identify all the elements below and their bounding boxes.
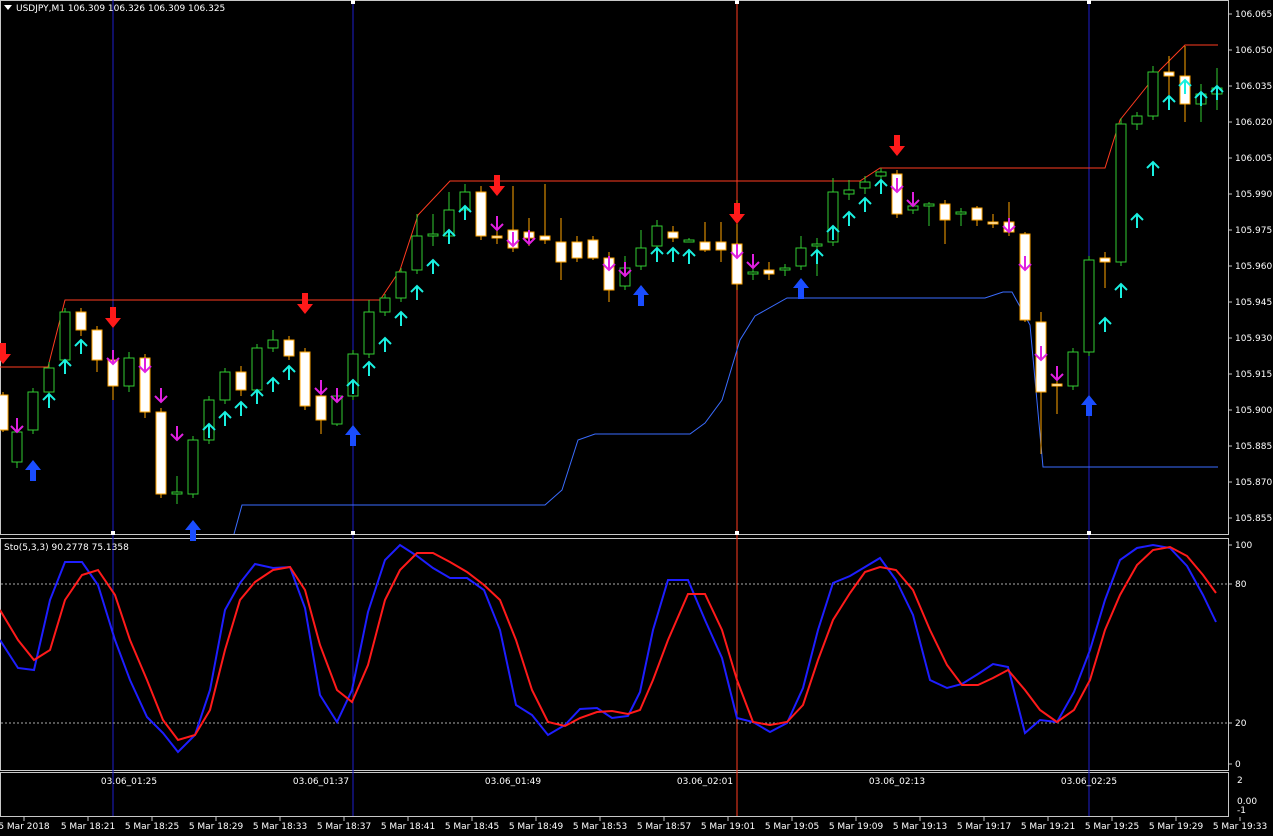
- separator-label: 03.06_02:25: [1061, 777, 1117, 787]
- time-label: 5 Mar 18:37: [317, 822, 371, 832]
- price-header: USDJPY,M1 106.309 106.326 106.309 106.32…: [4, 4, 225, 14]
- price-tick-label: 105.990: [1235, 190, 1272, 200]
- time-label: 5 Mar 18:21: [61, 822, 115, 832]
- stochastic-header: Sto(5,3,3) 90.2778 75.1358: [4, 543, 129, 553]
- time-label: 5 Mar 19:21: [1021, 822, 1075, 832]
- time-label: 5 Mar 18:57: [637, 822, 691, 832]
- price-tick-label: 105.930: [1235, 334, 1272, 344]
- price-axis: 106.065 106.050 106.035 106.020 106.005 105.9…: [1228, 10, 1272, 524]
- time-label: 5 Mar 19:25: [1085, 822, 1139, 832]
- separator-label: 03.06_01:49: [485, 777, 541, 787]
- stochastic-tick-label: 100: [1235, 541, 1252, 551]
- price-tick-label: 106.065: [1235, 10, 1272, 20]
- price-tick-label: 106.020: [1235, 118, 1272, 128]
- stochastic-tick-label: 80: [1235, 580, 1247, 590]
- time-label: 5 Mar 18:29: [189, 822, 244, 832]
- price-tick-label: 105.915: [1235, 370, 1272, 380]
- stochastic-tick-label: 0: [1235, 760, 1241, 770]
- price-tick-label: 105.960: [1235, 262, 1272, 272]
- extra-tick-label: 2: [1237, 776, 1243, 786]
- time-label: 5 Mar 18:25: [125, 822, 179, 832]
- symbol-header: USDJPY,M1 106.309 106.326 106.309 106.32…: [16, 4, 225, 14]
- extra-indicator-panel[interactable]: [0, 772, 1229, 817]
- price-tick-label: 105.900: [1235, 406, 1272, 416]
- stochastic-tick-label: 20: [1235, 719, 1247, 729]
- stochastic-axis: 100 80 20 0: [1228, 541, 1252, 770]
- price-tick-label: 105.855: [1235, 514, 1272, 524]
- separator-label: 03.06_01:37: [293, 777, 349, 787]
- price-tick-label: 105.975: [1235, 226, 1272, 236]
- time-axis: 5 Mar 2018 5 Mar 18:21 5 Mar 18:25 5 Mar 18…: [0, 817, 1267, 832]
- price-tick-label: 105.885: [1235, 442, 1272, 452]
- price-tick-label: 106.005: [1235, 154, 1272, 164]
- chart-window[interactable]: USDJPY,M1 106.309 106.326 106.309 106.32…: [0, 0, 1273, 836]
- price-tick-label: 105.870: [1235, 478, 1272, 488]
- time-label: 5 Mar 18:33: [253, 822, 307, 832]
- price-tick-label: 106.035: [1235, 82, 1272, 92]
- separator-label: 03.06_02:01: [677, 777, 733, 787]
- time-label: 5 Mar 19:13: [893, 822, 947, 832]
- time-label: 5 Mar 19:01: [701, 822, 755, 832]
- price-tick-label: 106.050: [1235, 46, 1272, 56]
- extra-axis: 20.00-1: [1237, 776, 1257, 816]
- separator-label: 03.06_02:13: [869, 777, 925, 787]
- time-label: 5 Mar 2018: [0, 822, 50, 832]
- extra-tick-label: -1: [1237, 806, 1246, 816]
- time-label: 5 Mar 18:53: [573, 822, 627, 832]
- price-tick-label: 105.945: [1235, 298, 1272, 308]
- stochastic-panel[interactable]: [0, 538, 1229, 771]
- time-label: 5 Mar 19:33: [1213, 822, 1267, 832]
- time-label: 5 Mar 19:09: [829, 822, 884, 832]
- time-label: 5 Mar 19:29: [1149, 822, 1204, 832]
- time-label: 5 Mar 19:17: [957, 822, 1011, 832]
- separator-label: 03.06_01:25: [101, 777, 157, 787]
- time-label: 5 Mar 18:49: [509, 822, 564, 832]
- time-label: 5 Mar 19:05: [765, 822, 819, 832]
- time-label: 5 Mar 18:45: [445, 822, 499, 832]
- time-label: 5 Mar 18:41: [381, 822, 435, 832]
